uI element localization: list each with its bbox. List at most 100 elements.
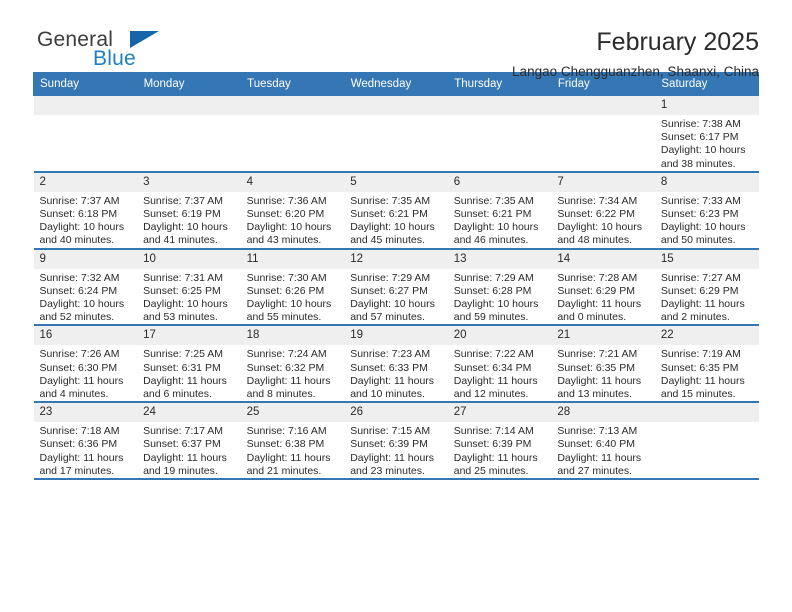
sunrise-text: Sunrise: 7:38 AM — [660, 118, 741, 130]
calendar-day-cell[interactable]: 18 Sunrise: 7:24 AM Sunset: 6:32 PM Dayligh… — [240, 325, 345, 404]
calendar-day-cell[interactable]: 16 Sunrise: 7:26 AM Sunset: 6:30 PM Dayligh… — [33, 325, 138, 404]
calendar-day-cell[interactable]: 7 Sunrise: 7:34 AM Sunset: 6:22 PM Daylight… — [551, 171, 655, 250]
calendar-day-cell[interactable]: 15 Sunrise: 7:27 AM Sunset: 6:29 PM Dayligh… — [654, 248, 759, 327]
calendar-day-cell[interactable]: 21 Sunrise: 7:21 AM Sunset: 6:35 PM Dayligh… — [551, 325, 655, 404]
day-number — [137, 96, 241, 115]
sunset-text: Sunset: 6:26 PM — [246, 284, 325, 297]
general-blue-logo[interactable]: General Blue — [33, 26, 233, 78]
day-cell-inner: 28 Sunrise: 7:13 AM Sunset: 6:40 PM Dayligh… — [551, 403, 655, 478]
daylight-text: Daylight: 10 hours and 48 minutes. — [557, 221, 642, 247]
calendar-day-cell[interactable]: 3 Sunrise: 7:37 AM Sunset: 6:19 PM Daylight… — [137, 171, 241, 250]
day-details: Sunrise: 7:36 AM Sunset: 6:20 PM Daylight:… — [241, 192, 345, 248]
day-number: 4 — [240, 172, 345, 192]
calendar-day-cell[interactable]: 17 Sunrise: 7:25 AM Sunset: 6:31 PM Dayligh… — [137, 325, 241, 404]
calendar-day-cell[interactable]: 1 Sunrise: 7:38 AM Sunset: 6:17 PM Daylight… — [654, 95, 759, 173]
sunset-text: Sunset: 6:33 PM — [350, 361, 428, 374]
sunset-text: Sunset: 6:21 PM — [453, 208, 532, 221]
daylight-text: Daylight: 10 hours and 53 minutes. — [143, 298, 228, 324]
day-details: Sunrise: 7:17 AM Sunset: 6:37 PM Daylight:… — [137, 422, 241, 478]
daylight-text: Daylight: 11 hours and 25 minutes. — [453, 451, 538, 477]
calendar-day-cell-empty — [344, 95, 448, 173]
calendar-day-cell[interactable]: 28 Sunrise: 7:13 AM Sunset: 6:40 PM Dayligh… — [551, 402, 655, 481]
daylight-text: Daylight: 11 hours and 19 minutes. — [143, 451, 227, 477]
day-cell-inner: 19 Sunrise: 7:23 AM Sunset: 6:33 PM Dayligh… — [344, 326, 448, 401]
day-cell-inner: 2 Sunrise: 7:37 AM Sunset: 6:18 PM Daylight… — [33, 172, 138, 248]
daylight-text: Daylight: 10 hours and 43 minutes. — [246, 221, 332, 247]
day-cell-inner: 3 Sunrise: 7:37 AM Sunset: 6:19 PM Daylight… — [137, 172, 241, 248]
calendar-day-cell[interactable]: 8 Sunrise: 7:33 AM Sunset: 6:23 PM Daylight… — [654, 171, 759, 250]
sunrise-text: Sunrise: 7:22 AM — [453, 348, 534, 361]
sunset-text: Sunset: 6:21 PM — [350, 208, 428, 221]
title-block: February 2025 Langao Chengguanzhen, Shaa… — [512, 26, 759, 81]
daylight-text: Daylight: 11 hours and 8 minutes. — [246, 374, 331, 401]
day-details: Sunrise: 7:35 AM Sunset: 6:21 PM Daylight:… — [344, 192, 448, 248]
sunset-text: Sunset: 6:28 PM — [453, 284, 532, 297]
daylight-text: Daylight: 10 hours and 40 minutes. — [39, 221, 125, 247]
day-number: 12 — [344, 249, 448, 269]
calendar-day-cell[interactable]: 13 Sunrise: 7:29 AM Sunset: 6:28 PM Dayligh… — [447, 248, 552, 327]
day-number: 13 — [447, 249, 552, 269]
calendar-day-cell[interactable]: 23 Sunrise: 7:18 AM Sunset: 6:36 PM Dayligh… — [33, 402, 138, 481]
sunrise-text: Sunrise: 7:19 AM — [660, 348, 741, 361]
calendar-day-cell[interactable]: 25 Sunrise: 7:16 AM Sunset: 6:38 PM Dayligh… — [240, 402, 345, 481]
day-cell-inner: 12 Sunrise: 7:29 AM Sunset: 6:27 PM Dayligh… — [344, 249, 448, 325]
day-number — [344, 96, 448, 115]
calendar-day-cell[interactable]: 6 Sunrise: 7:35 AM Sunset: 6:21 PM Daylight… — [447, 171, 552, 250]
day-details: Sunrise: 7:24 AM Sunset: 6:32 PM Daylight:… — [241, 345, 345, 401]
day-details: Sunrise: 7:34 AM Sunset: 6:22 PM Daylight:… — [551, 192, 655, 248]
sunrise-text: Sunrise: 7:28 AM — [557, 271, 638, 284]
calendar-day-cell[interactable]: 22 Sunrise: 7:19 AM Sunset: 6:35 PM Dayligh… — [654, 325, 759, 404]
sunset-text: Sunset: 6:38 PM — [246, 438, 325, 451]
blue-triangle-flag-icon — [130, 31, 159, 48]
day-cell-inner: 21 Sunrise: 7:21 AM Sunset: 6:35 PM Dayligh… — [551, 326, 655, 401]
daylight-text: Daylight: 11 hours and 15 minutes. — [660, 374, 745, 401]
calendar-day-cell[interactable]: 24 Sunrise: 7:17 AM Sunset: 6:37 PM Dayligh… — [137, 402, 241, 481]
day-cell-inner — [344, 96, 448, 171]
daylight-text: Daylight: 11 hours and 6 minutes. — [143, 374, 227, 401]
sunrise-text: Sunrise: 7:21 AM — [557, 348, 638, 361]
day-number: 17 — [137, 326, 241, 346]
sunrise-text: Sunrise: 7:35 AM — [350, 194, 431, 207]
daylight-text: Daylight: 10 hours and 38 minutes. — [660, 144, 746, 170]
day-number: 9 — [33, 249, 138, 269]
calendar-day-cell[interactable]: 11 Sunrise: 7:30 AM Sunset: 6:26 PM Dayligh… — [240, 248, 345, 327]
calendar-day-cell[interactable]: 26 Sunrise: 7:15 AM Sunset: 6:39 PM Dayligh… — [344, 402, 448, 481]
daylight-text: Daylight: 11 hours and 12 minutes. — [453, 374, 538, 401]
day-details: Sunrise: 7:26 AM Sunset: 6:30 PM Daylight:… — [34, 345, 138, 401]
day-number: 7 — [551, 172, 655, 192]
calendar-day-cell[interactable]: 19 Sunrise: 7:23 AM Sunset: 6:33 PM Dayligh… — [344, 325, 448, 404]
weekday-header-tuesday: Tuesday — [240, 72, 345, 96]
day-details: Sunrise: 7:29 AM Sunset: 6:28 PM Daylight:… — [448, 269, 552, 325]
sunrise-text: Sunrise: 7:36 AM — [246, 194, 327, 207]
day-number: 28 — [551, 403, 655, 423]
day-number: 10 — [137, 249, 241, 269]
weekday-header-wednesday: Wednesday — [343, 72, 449, 96]
day-details: Sunrise: 7:27 AM Sunset: 6:29 PM Daylight:… — [655, 269, 759, 325]
day-cell-inner: 24 Sunrise: 7:17 AM Sunset: 6:37 PM Dayligh… — [137, 403, 241, 478]
calendar-day-cell[interactable]: 10 Sunrise: 7:31 AM Sunset: 6:25 PM Dayligh… — [137, 248, 241, 327]
calendar-day-cell[interactable]: 14 Sunrise: 7:28 AM Sunset: 6:29 PM Dayligh… — [551, 248, 655, 327]
calendar-day-cell[interactable]: 12 Sunrise: 7:29 AM Sunset: 6:27 PM Dayligh… — [344, 248, 448, 327]
day-cell-inner: 17 Sunrise: 7:25 AM Sunset: 6:31 PM Dayligh… — [137, 326, 241, 401]
sunrise-text: Sunrise: 7:17 AM — [143, 425, 224, 438]
daylight-text: Daylight: 10 hours and 59 minutes. — [453, 298, 539, 324]
day-number — [447, 96, 552, 115]
day-number — [654, 403, 759, 423]
day-details: Sunrise: 7:16 AM Sunset: 6:38 PM Daylight:… — [241, 422, 345, 478]
calendar-day-cell-empty — [240, 95, 345, 173]
day-cell-inner: 8 Sunrise: 7:33 AM Sunset: 6:23 PM Daylight… — [654, 172, 759, 248]
day-cell-inner: 23 Sunrise: 7:18 AM Sunset: 6:36 PM Dayligh… — [33, 403, 138, 478]
day-cell-inner: 26 Sunrise: 7:15 AM Sunset: 6:39 PM Dayligh… — [344, 403, 448, 478]
calendar-day-cell[interactable]: 2 Sunrise: 7:37 AM Sunset: 6:18 PM Daylight… — [33, 171, 138, 250]
day-number: 18 — [240, 326, 345, 346]
calendar-day-cell[interactable]: 9 Sunrise: 7:32 AM Sunset: 6:24 PM Daylight… — [33, 248, 138, 327]
calendar-day-cell[interactable]: 27 Sunrise: 7:14 AM Sunset: 6:39 PM Dayligh… — [447, 402, 552, 481]
calendar-day-cell[interactable]: 5 Sunrise: 7:35 AM Sunset: 6:21 PM Daylight… — [344, 171, 448, 250]
day-number — [240, 96, 345, 115]
calendar-day-cell[interactable]: 4 Sunrise: 7:36 AM Sunset: 6:20 PM Daylight… — [240, 171, 345, 250]
day-details: Sunrise: 7:22 AM Sunset: 6:34 PM Daylight:… — [448, 345, 552, 401]
sunrise-text: Sunrise: 7:35 AM — [453, 194, 534, 207]
calendar-week-row: 9 Sunrise: 7:32 AM Sunset: 6:24 PM Daylight… — [33, 248, 759, 327]
calendar-day-cell[interactable]: 20 Sunrise: 7:22 AM Sunset: 6:34 PM Dayligh… — [447, 325, 552, 404]
calendar-day-cell-empty — [137, 95, 241, 173]
